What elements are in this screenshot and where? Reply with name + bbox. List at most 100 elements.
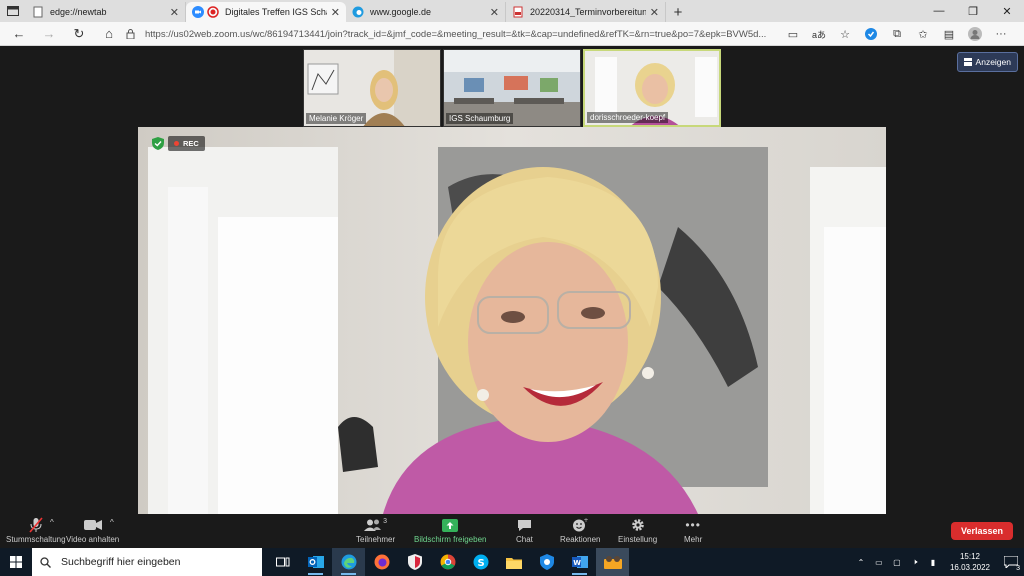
microphone-tray-icon[interactable]: ▮ (924, 558, 942, 567)
extensions-icon[interactable]: ⧉ (884, 22, 910, 46)
chrome-icon[interactable] (431, 548, 464, 576)
close-window-icon[interactable]: ✕ (990, 0, 1024, 22)
extension-icon[interactable] (858, 22, 884, 46)
file-explorer-icon[interactable] (497, 548, 530, 576)
mute-label: Stummschaltung (6, 535, 66, 544)
edge-taskbar-icon[interactable] (332, 548, 365, 576)
address-bar: ← → ↻ ⌂ https://us02web.zoom.us/wc/86194… (0, 22, 1024, 46)
video-options-caret-icon[interactable]: ^ (110, 518, 114, 527)
collections-icon[interactable]: ▤ (936, 22, 962, 46)
network-icon[interactable]: ▢ (888, 558, 906, 567)
browser-toolbar-icons: ▭ aあ ☆ ⧉ ✩ ▤ ··· (780, 22, 1014, 46)
favorite-add-icon[interactable]: ☆ (832, 22, 858, 46)
clock-date: 16.03.2022 (949, 563, 990, 572)
tab-actions-icon[interactable] (0, 0, 26, 22)
favorites-icon[interactable]: ✩ (910, 22, 936, 46)
svg-text:+: + (584, 518, 589, 524)
clock-time: 15:12 (959, 552, 980, 561)
view-button[interactable]: Anzeigen (956, 52, 1018, 72)
participant-name: Melanie Kröger (306, 113, 367, 124)
close-icon[interactable]: ✕ (490, 6, 499, 19)
notification-center-icon[interactable]: 3 (998, 548, 1024, 576)
close-icon[interactable]: ✕ (170, 6, 179, 19)
vpn-app-icon[interactable] (530, 548, 563, 576)
reactions-button[interactable]: + Reaktionen (560, 514, 600, 548)
participant-name: IGS Schaumburg (446, 113, 514, 124)
recording-dot-icon (174, 141, 179, 146)
firefox-icon[interactable] (365, 548, 398, 576)
settings-label: Einstellung (618, 535, 658, 544)
edge-icon (352, 6, 364, 18)
mute-button[interactable]: Stummschaltung (6, 514, 66, 548)
leave-button[interactable]: Verlassen (950, 522, 1013, 540)
notification-count: 3 (1016, 565, 1020, 572)
home-icon[interactable]: ⌂ (94, 22, 124, 46)
more-icon[interactable]: ··· (988, 22, 1014, 46)
more-dots-icon: ••• (685, 518, 701, 532)
show-hidden-icons-icon[interactable]: ⌃ (852, 558, 870, 567)
tab-label: Digitales Treffen IGS Schaum (225, 7, 327, 17)
taskbar-search-field[interactable]: Suchbegriff hier eingeben (32, 548, 262, 576)
active-speaker-video: REC (138, 127, 886, 514)
new-tab-button[interactable]: + (666, 2, 690, 22)
participant-thumbnail-active[interactable]: dorisschroeder-koepf (583, 49, 721, 127)
participant-thumbnail[interactable]: Melanie Kröger (303, 49, 441, 127)
svg-text:S: S (477, 558, 484, 569)
settings-button[interactable]: Einstellung (618, 514, 657, 548)
maximize-icon[interactable]: ❐ (956, 0, 990, 22)
skype-icon[interactable]: S (464, 548, 497, 576)
close-icon[interactable]: ✕ (331, 6, 340, 19)
gear-icon (631, 519, 644, 531)
refresh-icon[interactable]: ↻ (64, 22, 94, 46)
url-text: https://us02web.zoom.us/wc/86194713441/j… (145, 28, 767, 40)
outlook-icon[interactable] (299, 548, 332, 576)
url-field[interactable]: https://us02web.zoom.us/wc/86194713441/j… (126, 24, 786, 44)
svg-text:W: W (573, 559, 581, 567)
back-icon[interactable]: ← (4, 22, 34, 46)
chat-button[interactable]: Chat (516, 514, 533, 548)
more-button[interactable]: ••• Mehr (684, 514, 702, 548)
forward-icon[interactable]: → (34, 22, 64, 46)
participant-name: dorisschroeder-koepf (587, 112, 669, 123)
meeting-area: Melanie Kröger IGS Schaumburg dorisschro… (0, 46, 1024, 514)
microphone-muted-icon (29, 517, 43, 533)
word-icon[interactable]: W (563, 548, 596, 576)
windows-start-icon[interactable] (0, 548, 32, 576)
view-button-label: Anzeigen (975, 57, 1011, 67)
task-view-icon[interactable] (266, 548, 299, 576)
lock-icon (126, 29, 135, 39)
participants-icon (364, 519, 382, 531)
participants-button[interactable]: 3 Teilnehmer (356, 514, 395, 548)
share-screen-button[interactable]: Bildschirm freigeben (414, 514, 486, 548)
chat-label: Chat (516, 535, 533, 544)
participants-count: 3 (383, 518, 388, 525)
reactions-icon: + (573, 518, 589, 532)
tab-pdf[interactable]: 20220314_Terminvorbereitung_ ✕ (506, 2, 666, 22)
tab-google[interactable]: www.google.de ✕ (346, 2, 506, 22)
browser-tab-bar: edge://newtab ✕ Digitales Treffen IGS Sc… (0, 0, 1024, 22)
share-screen-icon (442, 518, 459, 532)
search-icon (40, 556, 51, 568)
grid-icon (963, 58, 972, 66)
video-icon[interactable]: ▭ (780, 22, 806, 46)
battery-icon[interactable]: ▭ (870, 558, 888, 567)
tab-newtab[interactable]: edge://newtab ✕ (26, 2, 186, 22)
participant-thumbnail[interactable]: IGS Schaumburg (443, 49, 581, 127)
teams-meeting-app-icon[interactable] (596, 548, 629, 576)
security-app-icon[interactable] (398, 548, 431, 576)
video-camera-icon (83, 520, 102, 530)
pdf-icon (513, 6, 523, 18)
volume-icon[interactable]: 🕨 (906, 557, 924, 567)
tab-label: www.google.de (370, 7, 432, 17)
read-aloud-icon[interactable]: aあ (806, 22, 832, 46)
mute-options-caret-icon[interactable]: ^ (50, 518, 54, 527)
close-icon[interactable]: ✕ (650, 6, 659, 19)
system-tray: ⌃ ▭ ▢ 🕨 ▮ 15:12 16.03.2022 3 (852, 548, 1024, 576)
stop-video-label: Video anhalten (66, 535, 120, 544)
chat-icon (517, 519, 531, 531)
minimize-icon[interactable]: — (922, 0, 956, 22)
profile-avatar[interactable] (962, 22, 988, 46)
share-screen-label: Bildschirm freigeben (414, 535, 487, 544)
tab-zoom-meeting[interactable]: Digitales Treffen IGS Schaum ✕ (186, 2, 346, 22)
clock[interactable]: 15:12 16.03.2022 (950, 551, 990, 573)
